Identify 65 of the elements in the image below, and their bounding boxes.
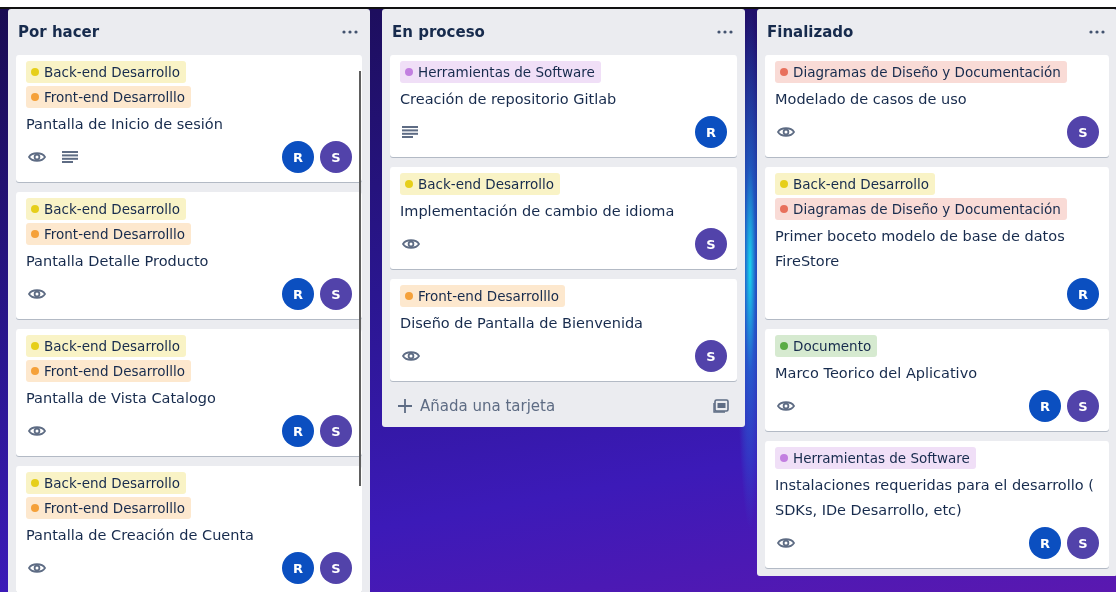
card-label: Front-end Desarrolllo (26, 360, 192, 382)
card[interactable]: Herramientas de Software Instalaciones requeridas para el desarrollo ( SDKs, IDe Desarrollo, etc) R S (765, 441, 1109, 568)
card[interactable]: Diagramas de Diseño y Documentación Modelado de casos de uso S (765, 55, 1109, 157)
more-icon[interactable] (342, 30, 358, 34)
card-title: Pantalla de Vista Catalogo (26, 389, 217, 408)
card-label: Back-end Desarrollo (26, 472, 186, 494)
card-label: Back-end Desarrollo (26, 335, 186, 357)
member-avatar[interactable]: R (282, 552, 314, 584)
member-avatar[interactable]: S (1067, 116, 1099, 148)
card-title: Modelado de casos de uso (775, 90, 968, 109)
add-card-button[interactable]: Añada una tarjeta (390, 393, 737, 419)
card-label: Front-end Desarrolllo (400, 285, 566, 307)
plus-icon (398, 399, 412, 413)
more-icon[interactable] (717, 30, 733, 34)
member-avatar[interactable]: R (282, 141, 314, 173)
card-label: Diagramas de Diseño y Documentación (775, 198, 1067, 220)
member-avatar[interactable]: S (695, 228, 727, 260)
card[interactable]: Front-end Desarrolllo Diseño de Pantalla de Bienvenida S (390, 279, 737, 381)
card-label: Front-end Desarrolllo (26, 86, 192, 108)
list-title: En proceso (392, 23, 486, 41)
member-avatar[interactable]: R (1029, 390, 1061, 422)
more-icon[interactable] (1089, 30, 1105, 34)
member-avatar[interactable]: S (1067, 390, 1099, 422)
card-label: Herramientas de Software (775, 447, 976, 469)
card-title: Pantalla de Inicio de sesión (26, 115, 224, 134)
member-avatar[interactable]: R (282, 278, 314, 310)
card[interactable]: Back-end Desarrollo Front-end Desarrolllo Pantalla de Inicio de sesión R S (16, 55, 362, 182)
card-title: Diseño de Pantalla de Bienvenida (400, 314, 644, 333)
member-avatar[interactable]: R (695, 116, 727, 148)
member-avatar[interactable]: S (320, 415, 352, 447)
card-label: Back-end Desarrollo (26, 198, 186, 220)
card-label: Diagramas de Diseño y Documentación (775, 61, 1067, 83)
member-avatar[interactable]: R (1067, 278, 1099, 310)
card[interactable]: Herramientas de Software Creación de repositorio Gitlab R (390, 55, 737, 157)
card-label: Back-end Desarrollo (26, 61, 186, 83)
card[interactable]: Back-end Desarrollo Front-end Desarrolllo Pantalla de Creación de Cuenta R S (16, 466, 362, 592)
card-title: Pantalla Detalle Producto (26, 252, 210, 271)
member-avatar[interactable]: S (320, 278, 352, 310)
card-label: Front-end Desarrolllo (26, 223, 192, 245)
card-title: Creación de repositorio Gitlab (400, 90, 618, 109)
card-label: Herramientas de Software (400, 61, 601, 83)
list-title: Por hacer (18, 23, 101, 41)
card-title: Primer boceto modelo de base de datos FireStore (775, 227, 1066, 271)
card-label: Documento (775, 335, 878, 357)
member-avatar[interactable]: S (695, 340, 727, 372)
card-title: Instalaciones requeridas para el desarrollo ( SDKs, IDe Desarrollo, etc) (775, 476, 1095, 520)
member-avatar[interactable]: S (1067, 527, 1099, 559)
card-title: Pantalla de Creación de Cuenta (26, 526, 255, 545)
member-avatar[interactable]: S (320, 141, 352, 173)
card[interactable]: Back-end Desarrollo Front-end Desarrolllo Pantalla Detalle Producto R S (16, 192, 362, 319)
card[interactable]: Back-end Desarrollo Implementación de cambio de idioma S (390, 167, 737, 269)
member-avatar[interactable]: S (320, 552, 352, 584)
card[interactable]: Back-end Desarrollo Front-end Desarrolllo Pantalla de Vista Catalogo R S (16, 329, 362, 456)
member-avatar[interactable]: R (282, 415, 314, 447)
card[interactable]: Documento Marco Teorico del Aplicativo R S (765, 329, 1109, 431)
member-avatar[interactable]: R (1029, 527, 1061, 559)
card[interactable]: Back-end Desarrollo Diagramas de Diseño y Documentación Primer boceto modelo de base de datos FireStore R (765, 167, 1109, 319)
card-label: Back-end Desarrollo (775, 173, 935, 195)
card-label: Back-end Desarrollo (400, 173, 560, 195)
card-title: Implementación de cambio de idioma (400, 202, 676, 221)
card-label: Front-end Desarrolllo (26, 497, 192, 519)
template-icon[interactable] (713, 399, 729, 413)
scrollbar[interactable] (359, 71, 361, 486)
card-title: Marco Teorico del Aplicativo (775, 364, 979, 383)
list-title: Finalizado (767, 23, 855, 41)
